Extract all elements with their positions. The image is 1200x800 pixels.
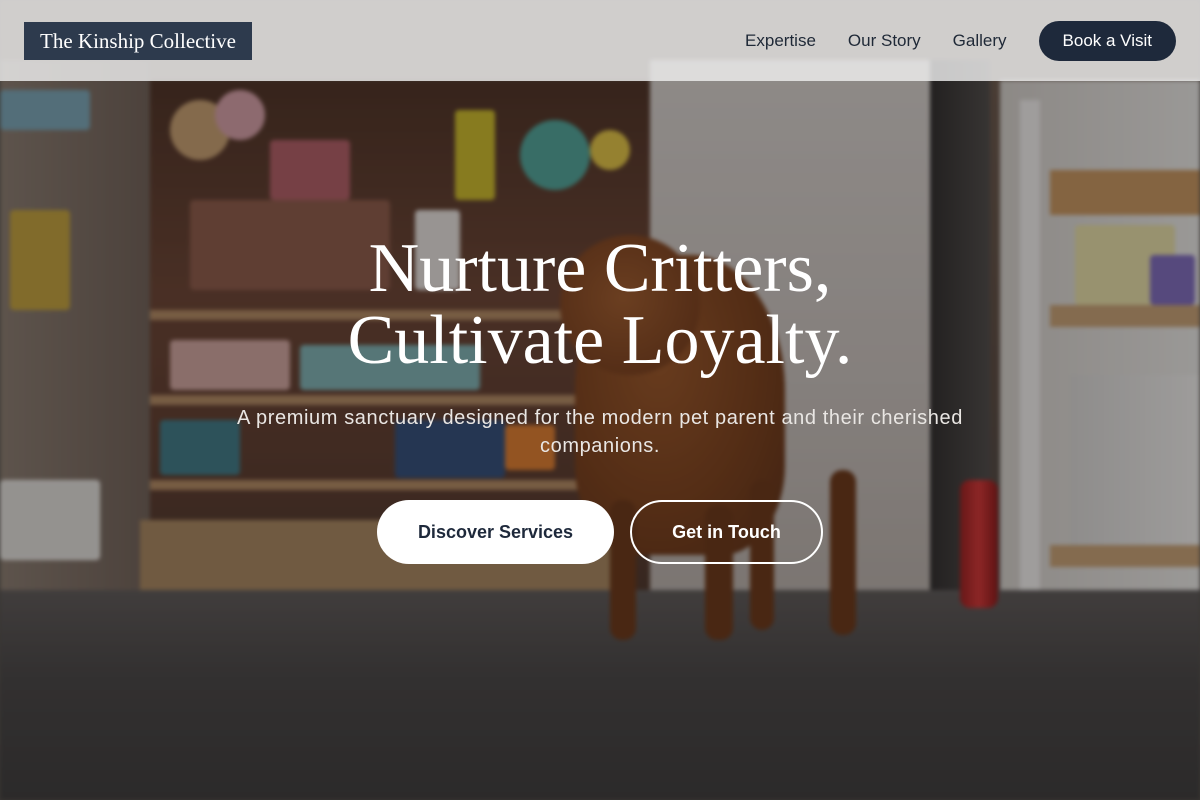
hero-section: Nurture Critters, Cultivate Loyalty. A p… bbox=[0, 0, 1200, 800]
discover-services-button[interactable]: Discover Services bbox=[377, 500, 614, 564]
hero-headline: Nurture Critters, Cultivate Loyalty. bbox=[0, 233, 1200, 377]
hero-headline-line2: Cultivate Loyalty. bbox=[347, 302, 853, 379]
hero-subtitle: A premium sanctuary designed for the mod… bbox=[237, 407, 963, 457]
hero-headline-line1: Nurture Critters, bbox=[368, 230, 832, 307]
get-in-touch-button[interactable]: Get in Touch bbox=[630, 500, 823, 564]
hero-cta-group: Discover Services Get in Touch bbox=[0, 500, 1200, 564]
